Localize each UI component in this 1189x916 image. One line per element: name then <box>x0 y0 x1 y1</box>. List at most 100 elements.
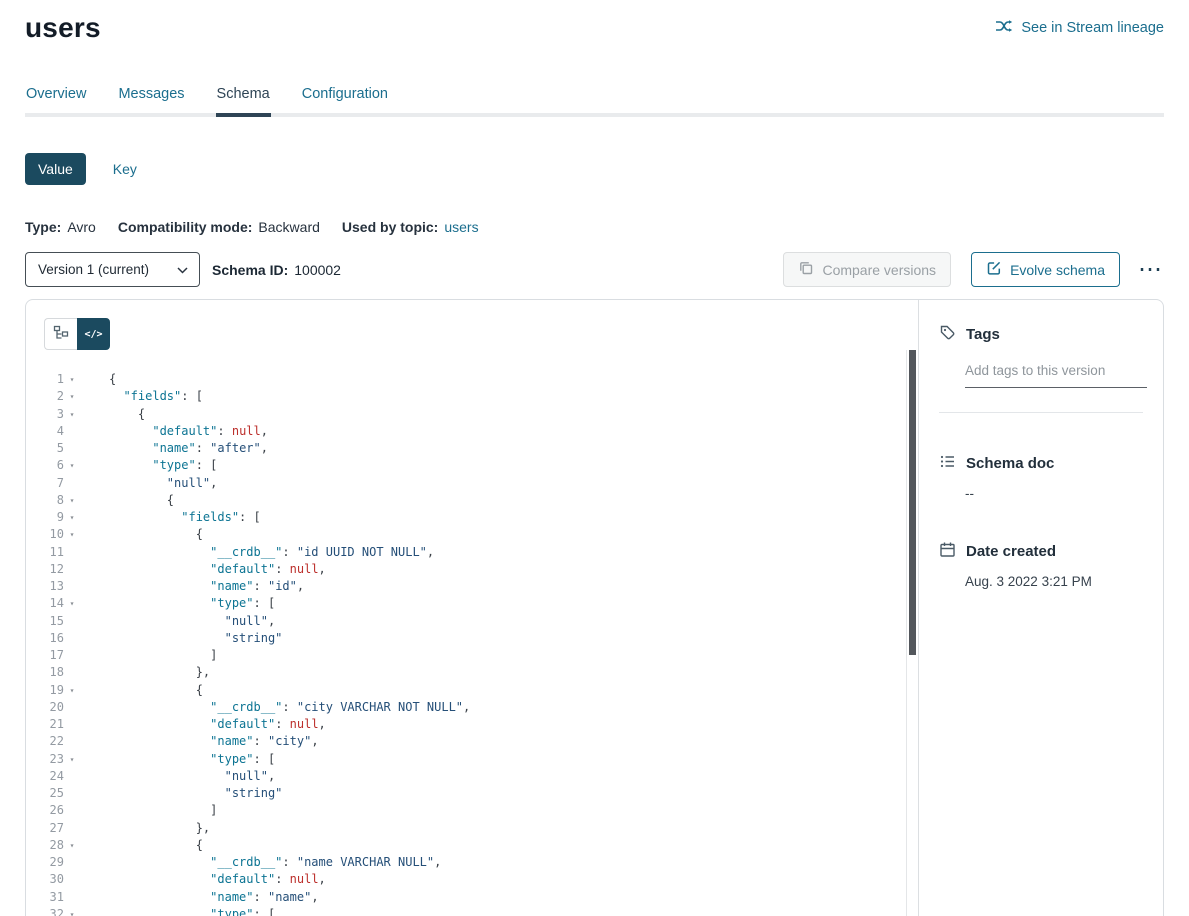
compatibility-mode-value: Backward <box>258 219 319 235</box>
line-number: 10 <box>26 526 64 543</box>
fold-toggle-icon[interactable]: ▾ <box>64 371 80 388</box>
line-number: 25 <box>26 785 64 802</box>
fold-toggle-icon[interactable]: ▾ <box>64 509 80 526</box>
code-text: "name": "name", <box>109 889 319 906</box>
code-text: "type": [ <box>109 595 275 612</box>
compatibility-mode-label: Compatibility mode: <box>118 219 253 235</box>
fold-toggle-icon[interactable]: ▾ <box>64 526 80 543</box>
fold-toggle-icon[interactable]: ▾ <box>64 682 80 699</box>
more-options-button[interactable]: ⋯ <box>1136 260 1164 280</box>
compare-icon <box>798 260 814 279</box>
key-toggle-link[interactable]: Key <box>113 161 137 177</box>
fold-spacer <box>64 733 80 750</box>
code-text: }, <box>109 820 210 837</box>
line-number: 23 <box>26 751 64 768</box>
fold-toggle-icon[interactable]: ▾ <box>64 406 80 423</box>
code-editor-viewport[interactable]: 1▾{2▾ "fields": [3▾ {4 "default": null,5… <box>26 350 918 916</box>
code-text: { <box>109 406 145 423</box>
fold-spacer <box>64 647 80 664</box>
add-tags-input[interactable] <box>965 361 1147 388</box>
line-number: 19 <box>26 682 64 699</box>
stream-lineage-link[interactable]: See in Stream lineage <box>995 17 1164 39</box>
stream-lineage-icon <box>995 17 1013 39</box>
fold-toggle-icon[interactable]: ▾ <box>64 837 80 854</box>
fold-spacer <box>64 664 80 681</box>
line-number: 27 <box>26 820 64 837</box>
code-line: 29 "__crdb__": "name VARCHAR NULL", <box>26 854 918 871</box>
schema-meta-row: Type: Avro Compatibility mode: Backward … <box>25 219 1164 235</box>
fold-toggle-icon[interactable]: ▾ <box>64 751 80 768</box>
line-number: 1 <box>26 371 64 388</box>
page-header: users See in Stream lineage <box>25 0 1164 44</box>
fold-toggle-icon[interactable]: ▾ <box>64 457 80 474</box>
tag-icon <box>939 324 956 345</box>
schema-doc-title: Schema doc <box>966 455 1054 472</box>
schema-type-value: Avro <box>67 219 96 235</box>
code-text: { <box>109 682 203 699</box>
schema-doc-header: Schema doc <box>939 453 1143 474</box>
fold-toggle-icon[interactable]: ▾ <box>64 388 80 405</box>
fold-spacer <box>64 768 80 785</box>
line-number: 32 <box>26 906 64 916</box>
code-line: 11 "__crdb__": "id UUID NOT NULL", <box>26 544 918 561</box>
topic-link[interactable]: users <box>444 219 478 235</box>
code-line: 15 "null", <box>26 613 918 630</box>
code-view-button[interactable]: </> <box>77 318 110 350</box>
compare-versions-button[interactable]: Compare versions <box>783 252 951 287</box>
code-text: { <box>109 837 203 854</box>
code-line: 7 "null", <box>26 475 918 492</box>
fold-toggle-icon[interactable]: ▾ <box>64 492 80 509</box>
code-line: 21 "default": null, <box>26 716 918 733</box>
code-line: 8▾ { <box>26 492 918 509</box>
code-text: "name": "after", <box>109 440 268 457</box>
code-text: "name": "city", <box>109 733 319 750</box>
code-text: "__crdb__": "id UUID NOT NULL", <box>109 544 434 561</box>
tab-overview[interactable]: Overview <box>25 86 87 113</box>
code-line: 32▾ "type": [ <box>26 906 918 916</box>
fold-spacer <box>64 423 80 440</box>
code-line: 30 "default": null, <box>26 871 918 888</box>
fold-spacer <box>64 630 80 647</box>
editor-scrollbar[interactable] <box>906 350 918 916</box>
line-number: 26 <box>26 802 64 819</box>
tab-configuration[interactable]: Configuration <box>301 86 389 113</box>
value-key-toggle: Value Key <box>25 153 1164 185</box>
tab-messages[interactable]: Messages <box>117 86 185 113</box>
code-line: 18 }, <box>26 664 918 681</box>
code-line: 27 }, <box>26 820 918 837</box>
evolve-schema-icon <box>986 260 1002 279</box>
line-number: 22 <box>26 733 64 750</box>
code-line: 22 "name": "city", <box>26 733 918 750</box>
line-number: 9 <box>26 509 64 526</box>
schema-panel: </> 1▾{2▾ "fields": [3▾ {4 "default": nu… <box>25 299 1164 916</box>
tags-section-header: Tags <box>939 324 1143 345</box>
fold-toggle-icon[interactable]: ▾ <box>64 595 80 612</box>
line-number: 17 <box>26 647 64 664</box>
code-line: 25 "string" <box>26 785 918 802</box>
schema-id-label: Schema ID: <box>212 262 288 278</box>
tab-bar: Overview Messages Schema Configuration <box>25 86 1164 117</box>
code-line: 10▾ { <box>26 526 918 543</box>
code-text: "null", <box>109 768 275 785</box>
tree-view-button[interactable] <box>44 318 77 350</box>
code-line: 9▾ "fields": [ <box>26 509 918 526</box>
fold-spacer <box>64 440 80 457</box>
editor-toolbar: </> <box>26 300 918 350</box>
scrollbar-thumb[interactable] <box>909 350 916 655</box>
code-text: "type": [ <box>109 457 217 474</box>
code-line: 23▾ "type": [ <box>26 751 918 768</box>
code-text: "default": null, <box>109 561 326 578</box>
evolve-schema-button[interactable]: Evolve schema <box>971 252 1120 287</box>
tab-schema[interactable]: Schema <box>216 86 271 117</box>
fold-toggle-icon[interactable]: ▾ <box>64 906 80 916</box>
code-text: "string" <box>109 630 282 647</box>
evolve-schema-label: Evolve schema <box>1010 262 1105 278</box>
fold-spacer <box>64 475 80 492</box>
code-text: }, <box>109 664 210 681</box>
value-toggle-button[interactable]: Value <box>25 153 86 185</box>
calendar-icon <box>939 541 956 562</box>
version-select[interactable]: Version 1 (current) <box>25 252 200 287</box>
schema-type: Type: Avro <box>25 219 96 235</box>
line-number: 7 <box>26 475 64 492</box>
date-created-header: Date created <box>939 541 1143 562</box>
